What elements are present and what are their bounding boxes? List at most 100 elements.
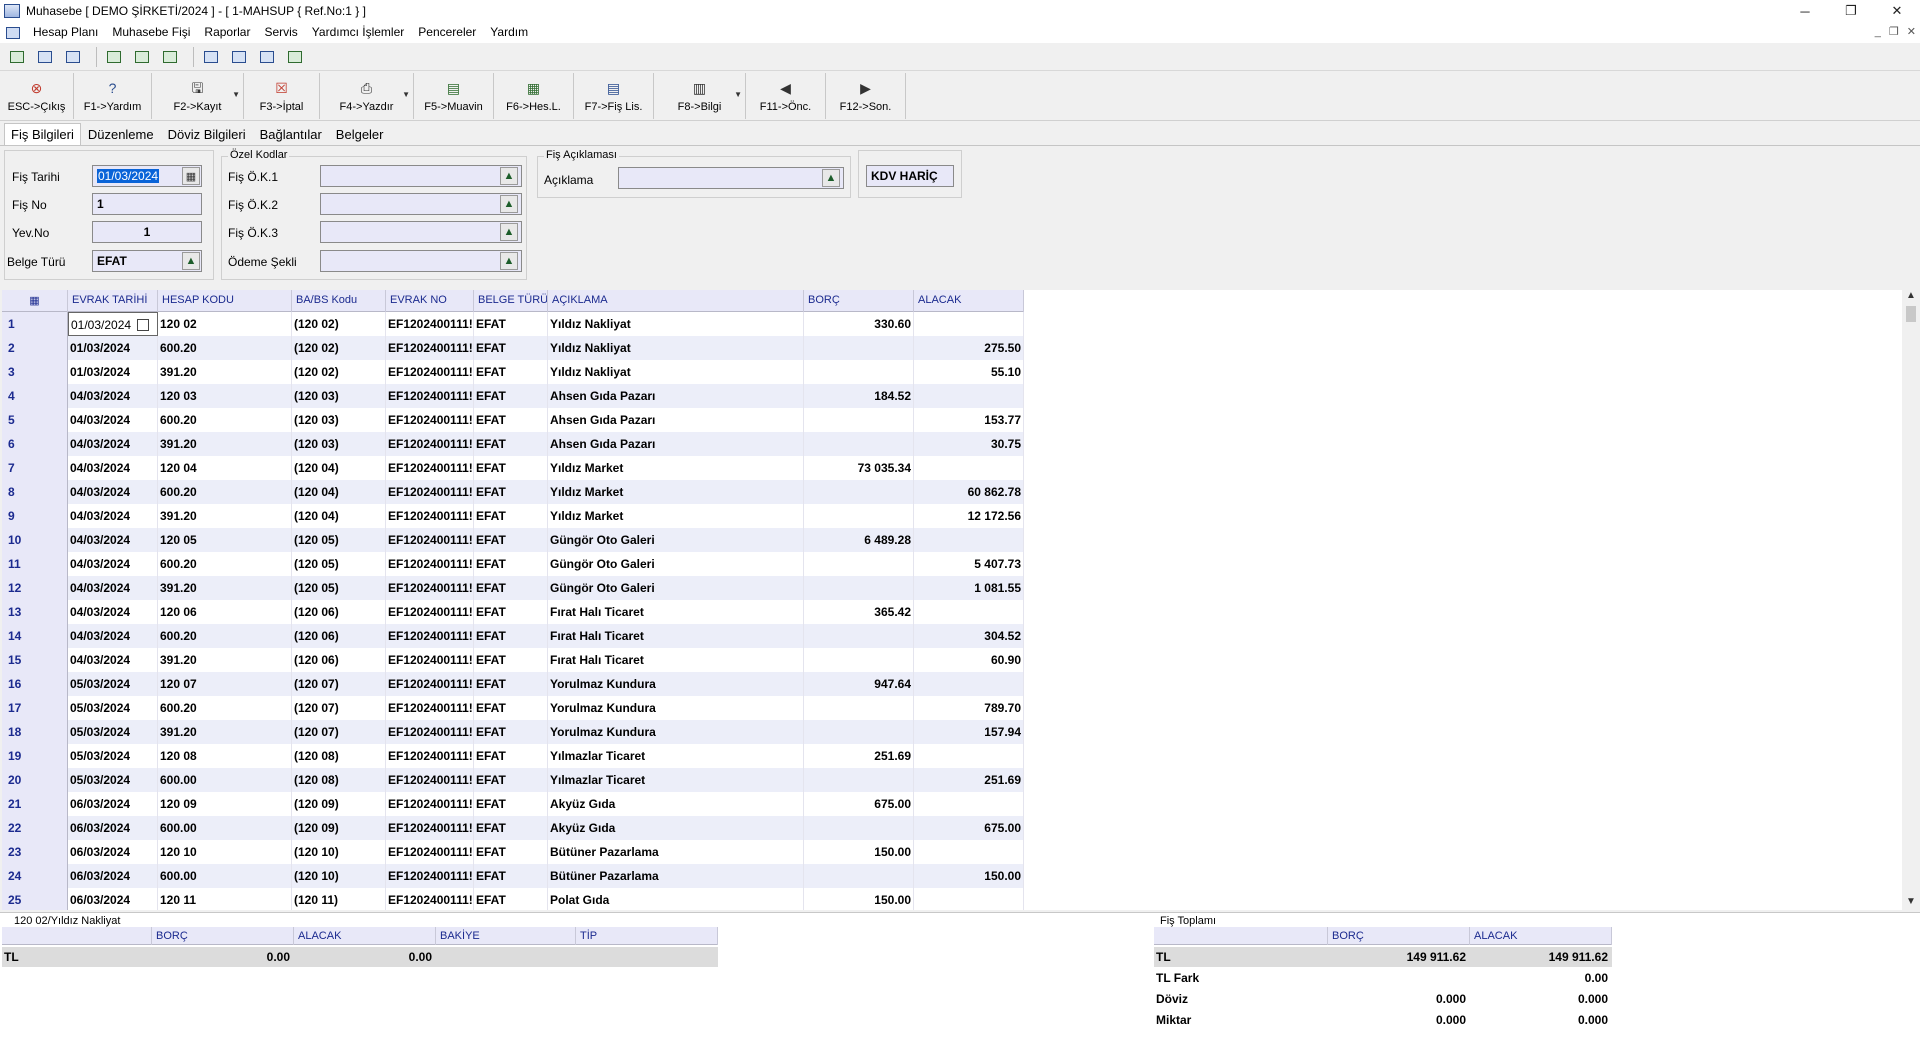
menu-raporlar[interactable]: Raporlar xyxy=(197,22,257,43)
exit-button[interactable]: ⊗ ESC->Çıkış xyxy=(0,73,74,119)
table-row[interactable]: 8 04/03/2024 600.20 (120 04) EF1202400111! EF… xyxy=(2,480,1024,504)
lookup-icon[interactable]: ▲ xyxy=(500,195,518,213)
belge-turu-cell[interactable]: EFAT xyxy=(474,360,548,384)
aciklama-cell[interactable]: Bütüner Pazarlama xyxy=(548,840,804,864)
babs-kodu-cell[interactable]: (120 10) xyxy=(292,864,386,888)
table-row[interactable]: 6 04/03/2024 391.20 (120 03) EF1202400111! EF… xyxy=(2,432,1024,456)
hesap-kodu-cell[interactable]: 391.20 xyxy=(158,576,292,600)
hesap-kodu-cell[interactable]: 120 07 xyxy=(158,672,292,696)
belge-turu-cell[interactable]: EFAT xyxy=(474,552,548,576)
table-row[interactable]: 14 04/03/2024 600.20 (120 06) EF1202400111! E… xyxy=(2,624,1024,648)
babs-kodu-cell[interactable]: (120 06) xyxy=(292,600,386,624)
alacak-cell[interactable] xyxy=(914,456,1024,480)
borc-cell[interactable] xyxy=(804,552,914,576)
calendar-icon[interactable] xyxy=(137,319,150,331)
borc-cell[interactable] xyxy=(804,480,914,504)
alacak-cell[interactable] xyxy=(914,528,1024,552)
belge-turu-cell[interactable]: EFAT xyxy=(474,816,548,840)
lookup-icon[interactable]: ▲ xyxy=(500,252,518,270)
menu-servis[interactable]: Servis xyxy=(257,22,304,43)
babs-kodu-cell[interactable]: (120 06) xyxy=(292,624,386,648)
mdi-restore-icon[interactable]: ❐ xyxy=(1889,22,1899,43)
tab-belgeler[interactable]: Belgeler xyxy=(329,123,391,145)
menu-pencereler[interactable]: Pencereler xyxy=(411,22,483,43)
babs-kodu-cell[interactable]: (120 07) xyxy=(292,720,386,744)
table-row[interactable]: 12 04/03/2024 391.20 (120 05) EF1202400111! E… xyxy=(2,576,1024,600)
borc-cell[interactable] xyxy=(804,696,914,720)
col-evrak-tarihi[interactable]: EVRAK TARİHİ xyxy=(68,290,158,312)
evrak-no-cell[interactable]: EF1202400111! xyxy=(386,720,474,744)
belge-turu-cell[interactable]: EFAT xyxy=(474,720,548,744)
belge-turu-cell[interactable]: EFAT xyxy=(474,336,548,360)
hesap-kodu-cell[interactable]: 120 03 xyxy=(158,384,292,408)
chevron-down-icon[interactable]: ▼ xyxy=(734,90,742,99)
babs-kodu-cell[interactable]: (120 05) xyxy=(292,528,386,552)
table-row[interactable]: 18 05/03/2024 391.20 (120 07) EF1202400111! E… xyxy=(2,720,1024,744)
save-button[interactable]: 🖫 F2->Kayıt ▼ xyxy=(152,73,244,119)
evrak-tarihi-cell[interactable]: 04/03/2024 xyxy=(68,408,158,432)
borc-cell[interactable] xyxy=(804,504,914,528)
aciklama-cell[interactable]: Yıldız Nakliyat xyxy=(548,336,804,360)
belge-turu-cell[interactable]: EFAT xyxy=(474,840,548,864)
belge-turu-cell[interactable]: EFAT xyxy=(474,384,548,408)
alacak-cell[interactable] xyxy=(914,672,1024,696)
babs-kodu-cell[interactable]: (120 06) xyxy=(292,648,386,672)
aciklama-cell[interactable]: Yıldız Market xyxy=(548,504,804,528)
tab-baglantilar[interactable]: Bağlantılar xyxy=(253,123,329,145)
evrak-no-cell[interactable]: EF1202400111! xyxy=(386,432,474,456)
hesap-kodu-cell[interactable]: 391.20 xyxy=(158,432,292,456)
table-row[interactable]: 1 01/03/2024 120 02 (120 02) EF1202400111! EF… xyxy=(2,312,1024,336)
hesap-kodu-cell[interactable]: 600.00 xyxy=(158,768,292,792)
belge-turu-cell[interactable]: EFAT xyxy=(474,504,548,528)
menu-yardim[interactable]: Yardım xyxy=(483,22,535,43)
cancel-button[interactable]: ☒ F3->İptal xyxy=(244,73,320,119)
chevron-down-icon[interactable]: ▼ xyxy=(232,90,240,99)
aciklama-cell[interactable]: Fırat Halı Ticaret xyxy=(548,600,804,624)
aciklama-cell[interactable]: Polat Gıda xyxy=(548,888,804,910)
alacak-cell[interactable]: 55.10 xyxy=(914,360,1024,384)
help-icon[interactable] xyxy=(34,47,56,67)
mdi-close-icon[interactable]: ✕ xyxy=(1907,22,1916,43)
babs-kodu-cell[interactable]: (120 08) xyxy=(292,744,386,768)
alacak-cell[interactable] xyxy=(914,312,1024,336)
babs-kodu-cell[interactable]: (120 04) xyxy=(292,504,386,528)
exit-door-icon[interactable] xyxy=(6,47,28,67)
hesap-kodu-cell[interactable]: 120 08 xyxy=(158,744,292,768)
voucher-list-button[interactable]: ▤ F7->Fiş Lis. xyxy=(574,73,654,119)
table-icon[interactable] xyxy=(159,47,181,67)
scroll-up-icon[interactable]: ▲ xyxy=(1902,290,1920,304)
mdi-minimize-icon[interactable]: _ xyxy=(1875,22,1881,43)
evrak-no-cell[interactable]: EF1202400111! xyxy=(386,360,474,384)
evrak-tarihi-cell[interactable]: 06/03/2024 xyxy=(68,840,158,864)
babs-kodu-cell[interactable]: (120 02) xyxy=(292,336,386,360)
borc-cell[interactable] xyxy=(804,816,914,840)
belge-turu-cell[interactable]: EFAT xyxy=(474,576,548,600)
close-icon[interactable]: ✕ xyxy=(1874,0,1920,22)
borc-cell[interactable] xyxy=(804,768,914,792)
evrak-tarihi-cell[interactable]: 04/03/2024 xyxy=(68,552,158,576)
borc-cell[interactable]: 184.52 xyxy=(804,384,914,408)
col-babs-kodu[interactable]: BA/BS Kodu xyxy=(292,290,386,312)
babs-kodu-cell[interactable]: (120 11) xyxy=(292,888,386,910)
kdv-field[interactable]: KDV HARİÇ xyxy=(866,165,954,187)
ok1-field[interactable] xyxy=(320,165,522,187)
ok2-field[interactable] xyxy=(320,193,522,215)
grid-icon[interactable] xyxy=(284,47,306,67)
babs-kodu-cell[interactable]: (120 05) xyxy=(292,576,386,600)
table-row[interactable]: 15 04/03/2024 391.20 (120 06) EF1202400111! E… xyxy=(2,648,1024,672)
lookup-icon[interactable]: ▲ xyxy=(500,223,518,241)
evrak-tarihi-cell[interactable]: 06/03/2024 xyxy=(68,816,158,840)
belge-turu-cell[interactable]: EFAT xyxy=(474,600,548,624)
aciklama-cell[interactable]: Akyüz Gıda xyxy=(548,816,804,840)
tab-fis-bilgileri[interactable]: Fiş Bilgileri xyxy=(4,123,81,145)
table-row[interactable]: 24 06/03/2024 600.00 (120 10) EF1202400111! E… xyxy=(2,864,1024,888)
hesap-kodu-cell[interactable]: 600.00 xyxy=(158,864,292,888)
evrak-no-cell[interactable]: EF1202400111! xyxy=(386,888,474,910)
aciklama-cell[interactable]: Yıldız Nakliyat xyxy=(548,312,804,336)
col-alacak[interactable]: ALACAK xyxy=(914,290,1024,312)
aciklama-cell[interactable]: Yıldız Nakliyat xyxy=(548,360,804,384)
belge-turu-cell[interactable]: EFAT xyxy=(474,432,548,456)
muavin-button[interactable]: ▤ F5->Muavin xyxy=(414,73,494,119)
aciklama-cell[interactable]: Yılmazlar Ticaret xyxy=(548,768,804,792)
borc-cell[interactable]: 947.64 xyxy=(804,672,914,696)
